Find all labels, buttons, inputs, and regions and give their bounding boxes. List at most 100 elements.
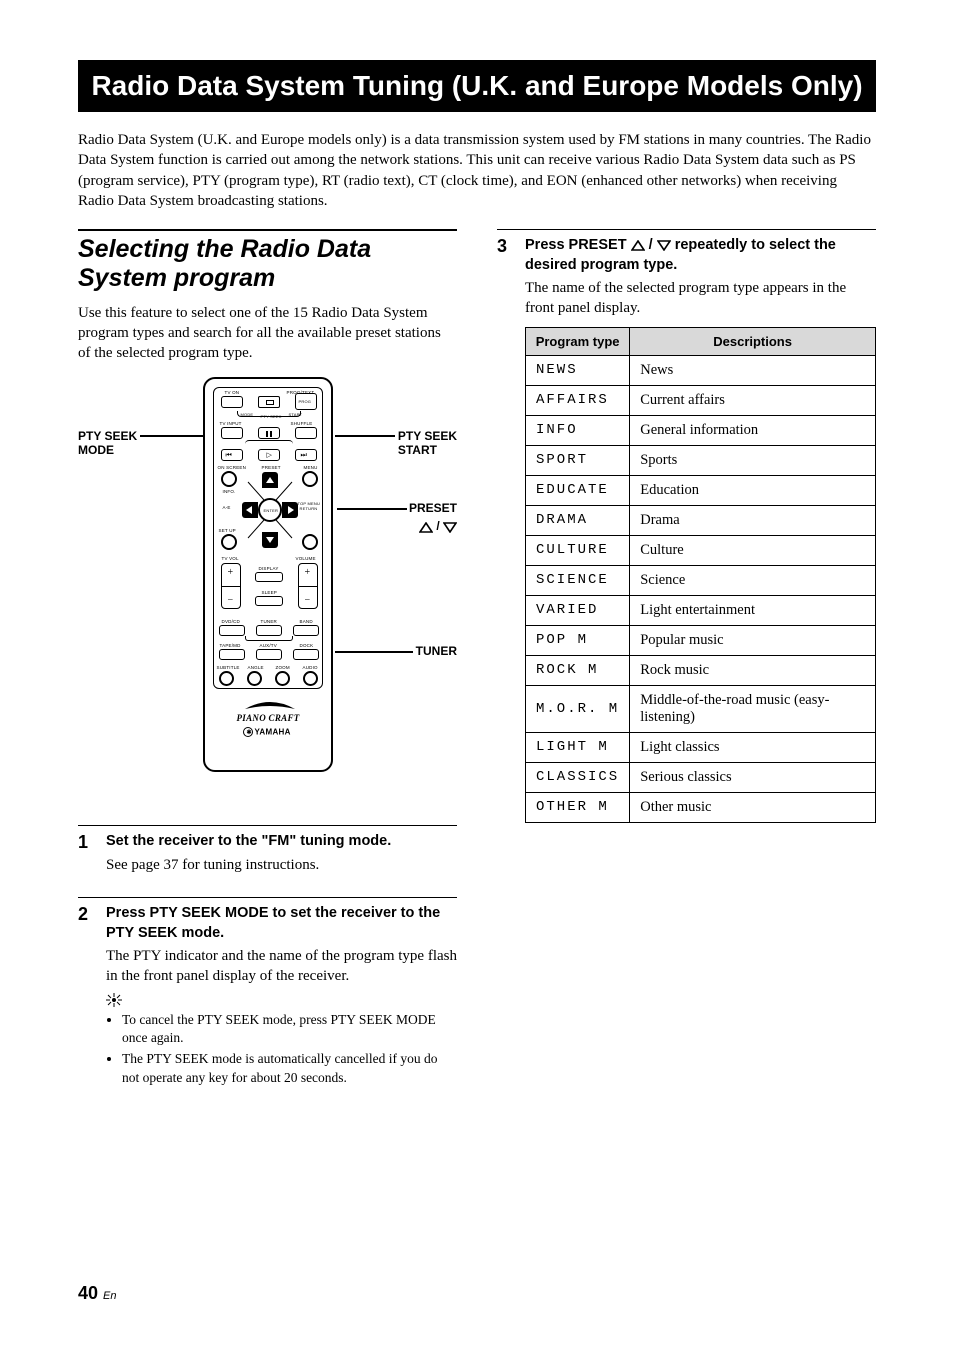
- btn-center-top: [258, 396, 280, 408]
- rocker-volume: + −: [298, 563, 318, 609]
- label-preset: PRESET: [409, 502, 457, 516]
- label-tuner: TUNER: [416, 645, 457, 659]
- tiny-shuffle: SHUFFLE: [291, 421, 313, 426]
- btn-band: [293, 625, 319, 636]
- tiny-menu: MENU: [304, 465, 318, 470]
- swoosh-icon: [243, 699, 297, 711]
- bullet-item: The PTY SEEK mode is automatically cance…: [122, 1050, 457, 1086]
- table-row: INFOGeneral information: [526, 415, 876, 445]
- btn-tapemd: [219, 649, 245, 660]
- step-title: Set the receiver to the "FM" tuning mode…: [106, 832, 457, 852]
- table-row: OTHER MOther music: [526, 792, 876, 822]
- remote-body: TV ON PROG/TEXT PROG MODE PTY SEEK START…: [203, 377, 333, 772]
- table-row: NEWSNews: [526, 355, 876, 385]
- btn-tv-input: [221, 427, 243, 439]
- bullet-item: To cancel the PTY SEEK mode, press PTY S…: [122, 1011, 457, 1047]
- table-row: M.O.R. MMiddle-of-the-road music (easy-l…: [526, 685, 876, 732]
- step-title: Press PRESET / repeatedly to select the …: [525, 236, 876, 275]
- tiny-ae: A-E: [223, 505, 231, 510]
- btn-tuner: [256, 625, 282, 636]
- tip-icon: [106, 993, 122, 1011]
- connector-sources: [245, 636, 293, 641]
- tiny-band: BAND: [300, 619, 313, 624]
- triangle-down-icon: [443, 522, 457, 533]
- preset-tri-sep: /: [436, 519, 443, 533]
- step-text: The PTY indicator and the name of the pr…: [106, 946, 457, 987]
- step-title: Press PTY SEEK MODE to set the receiver …: [106, 904, 457, 943]
- btn-return: [302, 534, 318, 550]
- rocker-tv-vol: + −: [221, 563, 241, 609]
- tiny-info: INFO.: [223, 489, 236, 494]
- btn-shuffle: [295, 427, 317, 439]
- step-1: 1 Set the receiver to the "FM" tuning mo…: [78, 825, 457, 881]
- tiny-audio: AUDIO: [303, 665, 318, 670]
- btn-on-screen: [221, 471, 237, 487]
- label-pty-seek-start: PTY SEEK START: [398, 430, 457, 458]
- section-lead: Use this feature to select one of the 15…: [78, 303, 457, 364]
- tiny-mode: MODE: [241, 412, 254, 417]
- step-2: 2 Press PTY SEEK MODE to set the receive…: [78, 897, 457, 1090]
- tiny-on-screen: ON SCREEN: [218, 465, 247, 470]
- dpad: ENTER: [242, 472, 298, 548]
- tiny-start: START: [289, 412, 303, 417]
- tiny-zoom: ZOOM: [276, 665, 290, 670]
- tiny-setup: SET UP: [219, 528, 236, 533]
- tiny-auxtv: AUX/TV: [260, 643, 277, 648]
- program-type-table: Program type Descriptions NEWSNews AFFAI…: [525, 327, 876, 823]
- table-header: Program type: [526, 327, 630, 355]
- connector-row2: [245, 440, 293, 444]
- btn-audio: [303, 671, 318, 686]
- btn-tv-on: [221, 396, 243, 408]
- triangle-up-icon: [631, 240, 645, 251]
- tiny-prog: PROG: [299, 399, 312, 404]
- step-text: The name of the selected program type ap…: [525, 278, 876, 319]
- step-number: 1: [78, 832, 92, 881]
- leader-line: [335, 435, 395, 437]
- btn-subtitle: [219, 671, 234, 686]
- intro-paragraph: Radio Data System (U.K. and Europe model…: [78, 130, 876, 211]
- btn-auxtv: [256, 649, 282, 660]
- leader-line: [335, 651, 413, 653]
- tiny-return: RETURN: [300, 506, 318, 511]
- btn-angle: [247, 671, 262, 686]
- section-heading: Selecting the Radio Data System program: [78, 229, 457, 293]
- tiny-tuner: TUNER: [261, 619, 278, 624]
- table-row: CULTURECulture: [526, 535, 876, 565]
- leader-line: [337, 508, 407, 510]
- table-row: VARIEDLight entertainment: [526, 595, 876, 625]
- btn-pause: [258, 427, 280, 439]
- tiny-tv-input: TV INPUT: [220, 421, 242, 426]
- tiny-volume: VOLUME: [296, 556, 316, 561]
- btn-zoom: [275, 671, 290, 686]
- label-pty-seek-mode: PTY SEEK MODE: [78, 430, 137, 458]
- table-row: ROCK MRock music: [526, 655, 876, 685]
- remote-diagram: PTY SEEK MODE PTY SEEK START PRESET / TU…: [78, 377, 457, 807]
- btn-prog: PROG: [295, 393, 317, 410]
- triangle-up-icon: [419, 522, 433, 533]
- btn-menu: [302, 471, 318, 487]
- table-row: DRAMADrama: [526, 505, 876, 535]
- tiny-tv-vol: TV VOL: [222, 556, 239, 561]
- btn-dvdcd: [219, 625, 245, 636]
- tiny-tv-on: TV ON: [225, 390, 240, 395]
- leader-line: [140, 435, 212, 437]
- table-row: EDUCATEEducation: [526, 475, 876, 505]
- tiny-angle: ANGLE: [248, 665, 264, 670]
- table-row: SCIENCEScience: [526, 565, 876, 595]
- btn-sleep: [255, 596, 283, 606]
- btn-setup: [221, 534, 237, 550]
- table-row: POP MPopular music: [526, 625, 876, 655]
- tiny-subtitle: SUBTITLE: [217, 665, 240, 670]
- btn-prev: ⏮: [221, 449, 243, 461]
- step-3: 3 Press PRESET / repeatedly to select th…: [497, 229, 876, 823]
- table-row: SPORTSports: [526, 445, 876, 475]
- btn-dock: [293, 649, 319, 660]
- tiny-dvdcd: DVD/CD: [222, 619, 240, 624]
- tiny-preset: PRESET: [262, 465, 281, 470]
- tiny-pty-seek: PTY SEEK: [261, 414, 282, 419]
- table-row: CLASSICSSerious classics: [526, 762, 876, 792]
- brand-piano-craft: PIANO CRAFT: [237, 713, 300, 723]
- step-text: See page 37 for tuning instructions.: [106, 855, 457, 875]
- page-number: 40 En: [78, 1283, 117, 1304]
- btn-play: ▷: [258, 449, 280, 461]
